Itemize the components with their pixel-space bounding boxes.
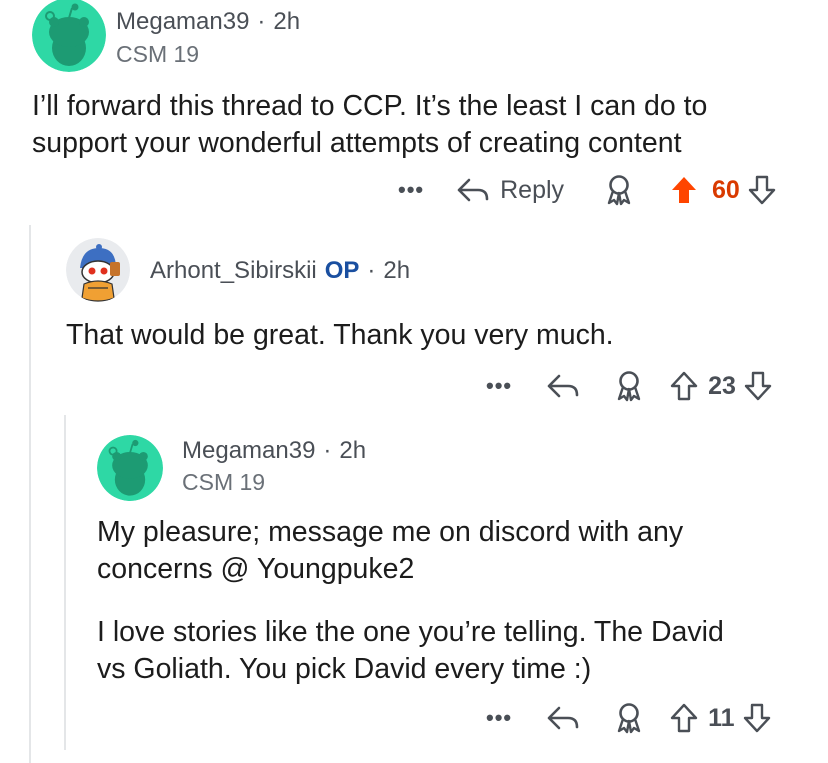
comment-body: I’ll forward this thread to CCP. It’s th… xyxy=(32,88,707,162)
downvote-icon[interactable] xyxy=(748,175,776,205)
reply-button[interactable] xyxy=(546,373,580,399)
timestamp: 2h xyxy=(383,257,411,284)
more-icon[interactable]: ••• xyxy=(486,705,512,731)
reply-button[interactable]: Reply xyxy=(456,176,564,205)
comment-text-line: My pleasure; message me on discord with … xyxy=(97,516,684,548)
comment-text-line: support your wonderful attempts of creat… xyxy=(32,127,682,159)
reply-arrow-icon xyxy=(457,178,489,202)
reply-button[interactable] xyxy=(546,705,580,731)
user-flair: CSM 19 xyxy=(116,41,200,67)
meta-separator: · xyxy=(367,257,376,284)
upvote-icon[interactable] xyxy=(670,371,698,401)
upvote-icon[interactable] xyxy=(670,703,698,733)
more-icon[interactable]: ••• xyxy=(398,177,424,203)
snoo-avatar-icon[interactable] xyxy=(97,435,163,501)
comment-meta: Megaman39 · 2h xyxy=(116,8,300,36)
comment-actions: ••• Reply 60 xyxy=(398,172,776,208)
award-icon[interactable] xyxy=(614,702,644,734)
username[interactable]: Megaman39 xyxy=(116,8,249,35)
comment-text-line: That would be great. Thank you very much… xyxy=(66,319,614,351)
op-badge: OP xyxy=(324,257,360,284)
snoo-avatar-icon[interactable] xyxy=(32,0,106,72)
thread-line-level1[interactable] xyxy=(29,225,31,763)
meta-separator: · xyxy=(257,8,266,35)
downvote-icon[interactable] xyxy=(743,703,771,733)
timestamp: 2h xyxy=(273,8,301,35)
award-icon[interactable] xyxy=(614,370,644,402)
more-icon[interactable]: ••• xyxy=(486,373,512,399)
reply-arrow-icon xyxy=(547,706,579,730)
downvote-icon[interactable] xyxy=(744,371,772,401)
comment-body: That would be great. Thank you very much… xyxy=(66,317,614,354)
comment-text-line: I’ll forward this thread to CCP. It’s th… xyxy=(32,90,708,122)
username[interactable]: Arhont_Sibirskii xyxy=(150,257,317,284)
username[interactable]: Megaman39 xyxy=(182,437,315,464)
custom-avatar-icon[interactable] xyxy=(66,238,130,302)
comment-body: My pleasure; message me on discord with … xyxy=(97,514,724,688)
award-icon[interactable] xyxy=(604,174,634,206)
comment-text-line: I love stories like the one you’re telli… xyxy=(97,616,724,648)
reply-arrow-icon xyxy=(547,374,579,398)
comment-meta: Arhont_Sibirskii OP · 2h xyxy=(150,257,410,285)
comment-actions: ••• 23 xyxy=(486,368,772,404)
vote-score: 23 xyxy=(708,371,736,400)
timestamp: 2h xyxy=(339,437,367,464)
reply-label: Reply xyxy=(500,175,565,204)
thread-line-level2[interactable] xyxy=(64,415,66,750)
user-flair: CSM 19 xyxy=(182,469,266,495)
vote-score: 60 xyxy=(712,175,740,204)
upvote-icon[interactable] xyxy=(670,175,698,205)
comment-actions: ••• 11 xyxy=(486,700,771,736)
comment-text-line: concerns @ Youngpuke2 xyxy=(97,553,415,585)
comment-text-line: vs Goliath. You pick David every time :) xyxy=(97,653,592,685)
comment-meta: Megaman39 · 2h xyxy=(182,437,366,465)
vote-score: 11 xyxy=(708,703,735,732)
meta-separator: · xyxy=(323,437,332,464)
